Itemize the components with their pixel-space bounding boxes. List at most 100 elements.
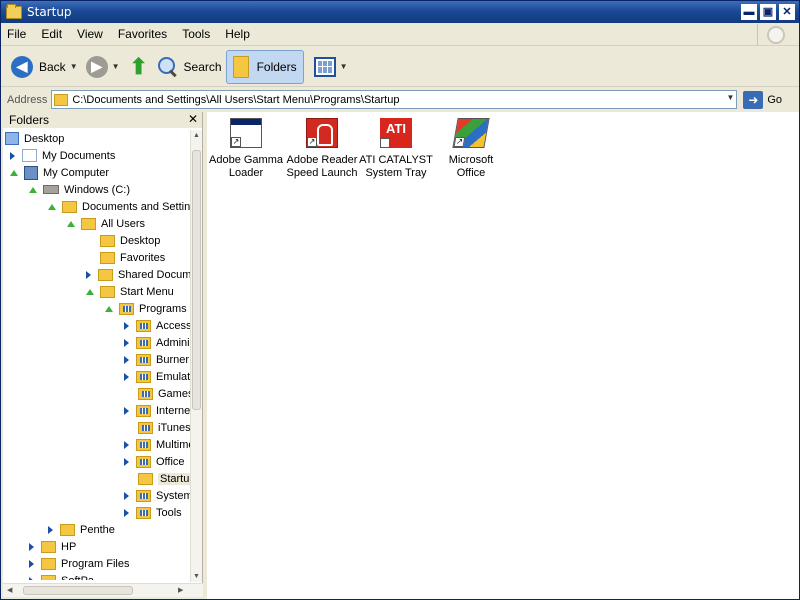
folder-tree-horizontal-scrollbar[interactable]: ◀ ▶ xyxy=(3,583,203,597)
expand-arrow-icon[interactable] xyxy=(86,270,91,279)
hscroll-thumb[interactable] xyxy=(23,586,133,595)
folder-icon xyxy=(98,268,113,281)
tree-item[interactable]: Programs xyxy=(105,300,187,317)
expand-arrow-icon[interactable] xyxy=(29,559,34,568)
menu-favorites[interactable]: Favorites xyxy=(118,27,167,41)
tree-item[interactable]: Program Files xyxy=(29,555,129,572)
forward-button[interactable]: ▶ ▼ xyxy=(82,50,124,84)
tree-item-label: Favorites xyxy=(120,251,166,264)
tree-item[interactable]: HP xyxy=(29,538,76,555)
collapse-arrow-icon[interactable] xyxy=(67,220,75,227)
expand-arrow-icon[interactable] xyxy=(124,508,129,517)
tree-item[interactable]: My Documents xyxy=(10,147,115,164)
scroll-left-icon[interactable]: ◀ xyxy=(7,586,12,594)
tree-item[interactable]: Internet xyxy=(124,402,191,419)
collapse-arrow-icon[interactable] xyxy=(10,169,18,176)
menu-view[interactable]: View xyxy=(77,27,103,41)
tree-item[interactable]: SoftPa xyxy=(29,572,94,580)
tree-item[interactable]: My Computer xyxy=(10,164,109,181)
expand-arrow-icon[interactable] xyxy=(124,406,129,415)
back-button[interactable]: ◀ Back ▼ xyxy=(7,50,82,84)
tree-item[interactable]: Penthe xyxy=(48,521,115,538)
expand-arrow-icon[interactable] xyxy=(29,542,34,551)
scroll-up-icon[interactable]: ▲ xyxy=(193,132,200,139)
tree-item[interactable]: Desktop xyxy=(5,130,64,147)
expand-arrow-icon[interactable] xyxy=(124,457,129,466)
menu-help[interactable]: Help xyxy=(225,27,250,41)
expand-arrow-icon[interactable] xyxy=(124,338,129,347)
explorer-window: Startup ▬ ▣ ✕ File Edit View Favorites T… xyxy=(0,0,800,600)
tree-item[interactable]: Administrative Tools xyxy=(124,334,191,351)
tree-item[interactable]: Games xyxy=(124,385,191,402)
tree-item[interactable]: Documents and Settings xyxy=(48,198,191,215)
menu-tools[interactable]: Tools xyxy=(182,27,210,41)
expand-arrow-icon[interactable] xyxy=(124,440,129,449)
expand-arrow-icon[interactable] xyxy=(124,491,129,500)
menu-edit[interactable]: Edit xyxy=(41,27,62,41)
tree-item-label: Shared Documents xyxy=(118,268,191,281)
tree-item[interactable]: Burner xyxy=(124,351,189,368)
tree-item-label: Penthe xyxy=(80,523,115,536)
tree-item[interactable]: Startup xyxy=(124,470,191,487)
tree-item[interactable]: Accessories xyxy=(124,317,191,334)
file-item-adobe-gamma-loader[interactable]: ↗ Adobe Gamma Loader xyxy=(209,114,283,180)
tree-item-label: Office xyxy=(156,455,185,468)
desktop-icon xyxy=(5,132,19,145)
toolbar: ◀ Back ▼ ▶ ▼ ⬆ Search Folders ▼ xyxy=(1,47,799,87)
scroll-thumb[interactable] xyxy=(192,150,201,410)
search-button[interactable]: Search xyxy=(154,50,226,84)
collapse-arrow-icon[interactable] xyxy=(48,203,56,210)
scroll-down-icon[interactable]: ▼ xyxy=(193,573,200,580)
forward-dropdown-icon[interactable]: ▼ xyxy=(112,62,120,71)
programs-folder-icon xyxy=(136,438,151,451)
scroll-right-icon[interactable]: ▶ xyxy=(178,586,183,594)
tree-item[interactable]: Multimedia xyxy=(124,436,191,453)
expand-arrow-icon[interactable] xyxy=(10,151,15,160)
programs-folder-icon xyxy=(119,302,134,315)
tree-item-label: Internet xyxy=(156,404,191,417)
maximize-button[interactable]: ▣ xyxy=(760,4,776,20)
windows-logo-icon xyxy=(757,24,793,46)
go-button[interactable]: ➜ Go xyxy=(743,90,782,109)
folder-icon xyxy=(60,523,75,536)
file-item-microsoft-office[interactable]: ↗ Microsoft Office xyxy=(434,114,508,180)
tree-item[interactable]: Emulators xyxy=(124,368,191,385)
expand-arrow-icon[interactable] xyxy=(124,321,129,330)
tree-item[interactable]: Tools xyxy=(124,504,182,521)
collapse-arrow-icon[interactable] xyxy=(105,305,113,312)
tree-item[interactable]: Favorites xyxy=(86,249,165,266)
views-dropdown-icon[interactable]: ▼ xyxy=(340,62,348,71)
back-dropdown-icon[interactable]: ▼ xyxy=(70,62,78,71)
minimize-button[interactable]: ▬ xyxy=(741,4,757,20)
tree-item[interactable]: Start Menu xyxy=(86,283,174,300)
menu-file[interactable]: File xyxy=(7,27,26,41)
tree-item[interactable]: System Tools xyxy=(124,487,191,504)
folders-pane-close-icon[interactable]: ✕ xyxy=(188,112,198,126)
expand-arrow-icon[interactable] xyxy=(124,372,129,381)
expand-arrow-icon[interactable] xyxy=(48,525,53,534)
expand-arrow-icon[interactable] xyxy=(124,355,129,364)
views-button[interactable]: ▼ xyxy=(313,56,348,77)
collapse-arrow-icon[interactable] xyxy=(29,186,37,193)
tree-item[interactable]: All Users xyxy=(67,215,145,232)
up-button[interactable]: ⬆ xyxy=(124,50,154,84)
folders-button[interactable]: Folders xyxy=(225,49,304,84)
title-bar[interactable]: Startup ▬ ▣ ✕ xyxy=(1,1,799,23)
folders-pane: Folders ✕ Desktop My Documents My Computer… xyxy=(3,112,203,597)
tree-item[interactable]: Office xyxy=(124,453,185,470)
tree-item[interactable]: Windows (C:) xyxy=(29,181,130,198)
my-computer-icon xyxy=(24,165,38,180)
collapse-arrow-icon[interactable] xyxy=(86,288,94,295)
address-input[interactable]: C:\Documents and Settings\All Users\Star… xyxy=(51,90,738,109)
file-item-ati-catalyst-system-tray[interactable]: ATI ↗ ATI CATALYST System Tray xyxy=(359,114,433,180)
tree-item[interactable]: Shared Documents xyxy=(86,266,191,283)
expand-arrow-icon[interactable] xyxy=(29,576,34,580)
folder-tree-vertical-scrollbar[interactable]: ▲ ▼ xyxy=(190,130,202,582)
close-button[interactable]: ✕ xyxy=(779,4,795,20)
tree-item-label: Accessories xyxy=(156,319,191,332)
address-dropdown-icon[interactable]: ▼ xyxy=(726,93,734,102)
file-label-line2: Speed Launch xyxy=(286,167,358,179)
tree-item[interactable]: Desktop xyxy=(86,232,160,249)
file-item-adobe-reader-speed-launch[interactable]: ↗ Adobe Reader Speed Launch xyxy=(285,114,359,180)
tree-item[interactable]: iTunes xyxy=(124,419,191,436)
